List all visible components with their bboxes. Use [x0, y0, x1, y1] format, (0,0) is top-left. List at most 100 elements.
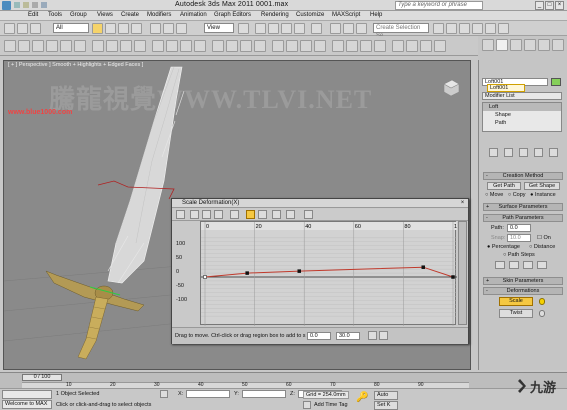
- hierarchy-tab-icon[interactable]: [510, 39, 522, 51]
- distance-radio[interactable]: ○ Distance: [529, 244, 555, 250]
- prev-step-icon[interactable]: [495, 261, 505, 269]
- time-slider[interactable]: 0 / 100: [22, 374, 62, 381]
- menu-help[interactable]: Help: [370, 12, 382, 18]
- copy-radio[interactable]: ○ Copy: [508, 192, 526, 198]
- next-step-icon[interactable]: [509, 261, 519, 269]
- menu-tools[interactable]: Tools: [48, 12, 62, 18]
- tool-icon-23[interactable]: [332, 40, 344, 52]
- control-point[interactable]: [203, 275, 207, 279]
- move-control-point-icon[interactable]: [246, 210, 255, 219]
- menu-modifiers[interactable]: Modifiers: [147, 12, 171, 18]
- menu-customize[interactable]: Customize: [296, 12, 324, 18]
- tool-icon-11[interactable]: [152, 40, 164, 52]
- tool-icon-28[interactable]: [406, 40, 418, 52]
- display-tab-icon[interactable]: [538, 39, 550, 51]
- modify-tab-icon[interactable]: [496, 39, 508, 51]
- maxscript-listener[interactable]: [2, 390, 52, 399]
- tool-icon-30[interactable]: [434, 40, 446, 52]
- window-crossing-icon[interactable]: [131, 23, 142, 34]
- remove-modifier-icon[interactable]: [534, 148, 543, 157]
- tool-icon-18[interactable]: [254, 40, 266, 52]
- move-radio[interactable]: ○ Move: [485, 192, 503, 198]
- swap-curves-icon[interactable]: [230, 210, 239, 219]
- tool-icon-1[interactable]: [4, 40, 16, 52]
- angle-snap-icon[interactable]: [268, 23, 279, 34]
- make-unique-icon[interactable]: [519, 148, 528, 157]
- tool-icon-16[interactable]: [226, 40, 238, 52]
- rollout-surface-parameters[interactable]: + Surface Parameters: [483, 203, 563, 211]
- close-button[interactable]: ×: [555, 1, 564, 10]
- tool-icon-12[interactable]: [166, 40, 178, 52]
- undo-icon[interactable]: [4, 23, 15, 34]
- menu-graph-editors[interactable]: Graph Editors: [214, 12, 251, 18]
- deformation-curve-svg[interactable]: 0 20 40 60 80 100: [201, 222, 463, 326]
- snap-on-checkbox[interactable]: ☐ On: [537, 235, 551, 241]
- link-icon[interactable]: [30, 23, 41, 34]
- tool-icon-22[interactable]: [314, 40, 326, 52]
- modifier-list-dropdown[interactable]: Modifier List: [482, 92, 562, 100]
- tool-icon-4[interactable]: [46, 40, 58, 52]
- path-steps-radio[interactable]: ○ Path Steps: [503, 252, 535, 258]
- tool-icon-26[interactable]: [374, 40, 386, 52]
- delete-control-point-icon[interactable]: [286, 210, 295, 219]
- auto-key-button[interactable]: Auto: [374, 391, 398, 400]
- rotate-icon[interactable]: [163, 23, 174, 34]
- add-time-tag-button[interactable]: Add Time Tag: [314, 402, 348, 408]
- tool-icon-20[interactable]: [286, 40, 298, 52]
- object-name-edit[interactable]: Loft001: [487, 84, 525, 92]
- select-object-icon[interactable]: [92, 23, 103, 34]
- rollout-skin-parameters[interactable]: + Skin Parameters: [483, 277, 563, 285]
- tool-icon-5[interactable]: [60, 40, 72, 52]
- time-tag-icon[interactable]: [303, 401, 311, 409]
- set-key-button[interactable]: Set K: [374, 401, 398, 410]
- scale-button[interactable]: Scale: [499, 297, 533, 306]
- move-icon[interactable]: [150, 23, 161, 34]
- last-step-icon[interactable]: [537, 261, 547, 269]
- key-icon[interactable]: 🔑: [356, 393, 370, 403]
- select-by-name-icon[interactable]: [105, 23, 116, 34]
- tool-icon-8[interactable]: [106, 40, 118, 52]
- ref-coord-dropdown[interactable]: View: [204, 23, 234, 33]
- insert-corner-point-icon[interactable]: [272, 210, 281, 219]
- display-xy-axes-icon[interactable]: [214, 210, 223, 219]
- tool-icon-2[interactable]: [18, 40, 30, 52]
- qat-icons[interactable]: [14, 2, 74, 9]
- material-editor-icon[interactable]: [459, 23, 470, 34]
- stack-item-shape[interactable]: Shape: [483, 111, 561, 119]
- tool-icon-10[interactable]: [134, 40, 146, 52]
- scale-bulb-icon[interactable]: [539, 298, 545, 305]
- layer-icon[interactable]: [356, 23, 367, 34]
- show-end-result-icon[interactable]: [504, 148, 513, 157]
- control-point[interactable]: [421, 265, 425, 269]
- point-x-field[interactable]: 0.0: [307, 332, 331, 340]
- twist-bulb-icon[interactable]: [539, 310, 545, 317]
- menu-create[interactable]: Create: [121, 12, 139, 18]
- tool-icon-9[interactable]: [120, 40, 132, 52]
- dialog-close-button[interactable]: ×: [459, 200, 466, 207]
- rollout-path-parameters[interactable]: - Path Parameters: [483, 214, 563, 222]
- menu-maxscript[interactable]: MAXScript: [332, 12, 360, 18]
- snap-icon[interactable]: [255, 23, 266, 34]
- menu-views[interactable]: Views: [97, 12, 113, 18]
- snap-field[interactable]: 10.0: [507, 234, 531, 242]
- render-frame-icon[interactable]: [485, 23, 496, 34]
- object-color-swatch[interactable]: [551, 78, 561, 86]
- minimize-button[interactable]: _: [535, 1, 544, 10]
- tool-icon-15[interactable]: [212, 40, 224, 52]
- tool-icon-3[interactable]: [32, 40, 44, 52]
- get-path-button[interactable]: Get Path: [487, 182, 521, 190]
- twist-button[interactable]: Twist: [499, 309, 533, 318]
- tool-icon-25[interactable]: [360, 40, 372, 52]
- search-input[interactable]: Type a keyword or phrase: [395, 1, 483, 10]
- control-point[interactable]: [245, 271, 249, 275]
- motion-tab-icon[interactable]: [524, 39, 536, 51]
- menu-group[interactable]: Group: [70, 12, 87, 18]
- path-field[interactable]: 0.0: [507, 224, 531, 232]
- create-tab-icon[interactable]: [482, 39, 494, 51]
- menu-edit[interactable]: Edit: [28, 12, 38, 18]
- stack-item-loft[interactable]: Loft: [483, 103, 561, 111]
- tool-icon-17[interactable]: [240, 40, 252, 52]
- rollout-deformations[interactable]: - Deformations: [483, 287, 563, 295]
- spinner-snap-icon[interactable]: [294, 23, 305, 34]
- tool-icon-21[interactable]: [300, 40, 312, 52]
